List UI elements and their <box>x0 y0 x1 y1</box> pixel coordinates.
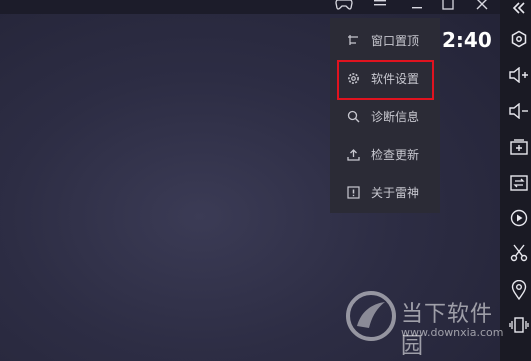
hexagon-settings-icon[interactable] <box>508 28 530 50</box>
watermark-url: www.downxia.com <box>401 326 504 339</box>
gamepad-icon[interactable] <box>333 0 355 14</box>
volume-up-icon[interactable] <box>508 64 530 86</box>
watermark: 当下软件园 www.downxia.com <box>345 290 505 359</box>
hamburger-icon[interactable] <box>369 0 391 14</box>
shake-icon[interactable] <box>508 314 530 336</box>
menu-item-label: 诊断信息 <box>371 109 420 124</box>
switch-icon[interactable] <box>508 172 530 194</box>
menu-item-label: 窗口置顶 <box>371 33 420 48</box>
menu-item-check-update[interactable]: 检查更新 <box>330 137 440 171</box>
upload-icon <box>346 147 360 161</box>
minimize-icon[interactable] <box>406 0 428 14</box>
add-window-icon[interactable] <box>508 136 530 158</box>
search-icon <box>346 109 360 123</box>
menu-item-label: 检查更新 <box>371 147 420 162</box>
menu-item-diagnostics[interactable]: 诊断信息 <box>330 99 440 133</box>
scissors-icon[interactable] <box>508 242 530 264</box>
watermark-logo <box>345 290 397 342</box>
collapse-icon[interactable] <box>508 0 530 19</box>
info-icon <box>346 185 360 199</box>
location-icon[interactable] <box>508 279 530 301</box>
clock: 2:40 <box>442 28 492 52</box>
restore-icon[interactable] <box>437 0 459 14</box>
menu-item-pin-window[interactable]: 窗口置顶 <box>330 23 440 57</box>
highlight-box <box>337 60 434 100</box>
close-icon[interactable] <box>471 0 493 14</box>
volume-down-icon[interactable] <box>508 100 530 122</box>
play-icon[interactable] <box>508 207 530 229</box>
pin-icon <box>346 33 360 47</box>
menu-item-about[interactable]: 关于雷神 <box>330 175 440 209</box>
menu-item-label: 关于雷神 <box>371 185 420 200</box>
settings-dropdown-menu: 窗口置顶 软件设置 诊断信息 检查更新 关于雷神 <box>330 18 440 213</box>
